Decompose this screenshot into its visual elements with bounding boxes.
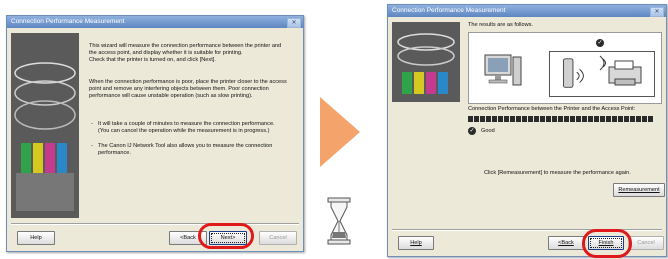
remeasure-hint: Click [Remeasurement] to measure the per… (484, 170, 631, 176)
right-titlebar: Connection Performance Measurement (388, 5, 666, 17)
right-dialog: Connection Performance Measurement ✕ The… (387, 4, 667, 257)
printer-icon (599, 55, 642, 86)
left-advice-paragraph: When the connection performance is poor,… (89, 79, 299, 100)
left-title: Connection Performance Measurement (11, 18, 125, 25)
status-check-icon: ✓ (468, 127, 476, 135)
printer-art-image-right (392, 22, 460, 102)
remeasurement-label: Remeasurement (618, 187, 660, 193)
left-close-button[interactable]: ✕ (287, 18, 301, 28)
left-advice-line-1: When the connection performance is poor,… (89, 79, 287, 85)
bullet-dash-2: - (91, 143, 93, 149)
left-titlebar: Connection Performance Measurement (7, 16, 303, 28)
left-intro-line-2: the access point, and display whether it… (89, 50, 243, 56)
left-bullet2-line-2: performance. (98, 150, 131, 156)
right-cancel-button[interactable]: Cancel (628, 236, 664, 250)
access-point-icon (562, 58, 584, 88)
right-help-button[interactable]: Help (398, 236, 434, 250)
right-back-button[interactable]: <Back (548, 236, 584, 250)
connection-label: Connection Performance between the Print… (468, 106, 636, 112)
right-help-label: Help (410, 240, 422, 246)
hourglass-icon (327, 197, 351, 245)
left-side-artwork (11, 33, 79, 218)
left-advice-line-3: performance will cause unstable operatio… (89, 93, 253, 99)
results-label: The results are as follows. (468, 22, 533, 28)
remeasurement-button[interactable]: Remeasurement (613, 183, 665, 197)
next-highlight-ring (198, 223, 254, 249)
right-title: Connection Performance Measurement (392, 7, 506, 14)
printer-art-image (11, 33, 79, 218)
left-cancel-button[interactable]: Cancel (259, 231, 297, 245)
left-bullet1-line-2: (You can cancel the operation while the … (98, 128, 270, 134)
arrow-right-icon (320, 97, 360, 167)
performance-meter (468, 116, 653, 122)
computer-icon (484, 54, 522, 86)
left-bullet1-line-1: It will take a couple of minutes to meas… (98, 121, 275, 127)
right-close-button[interactable]: ✕ (650, 7, 664, 17)
link-check-icon: ✓ (596, 39, 604, 47)
status-text: Good (481, 128, 495, 134)
left-bullet-1: It will take a couple of minutes to meas… (98, 121, 298, 135)
left-intro-line-1: This wizard will measure the connection … (89, 43, 282, 49)
left-button-separator (11, 223, 299, 225)
left-bullet-2: The Canon IJ Network Tool also allows yo… (98, 143, 298, 157)
right-back-label: <Back (558, 240, 574, 246)
results-diagram: ✓ (468, 32, 662, 104)
right-side-artwork (392, 22, 460, 102)
left-help-button[interactable]: Help (17, 231, 55, 245)
left-advice-line-2: point and remove any interfering objects… (89, 86, 269, 92)
left-intro-line-3: Check that the printer is turned on, and… (89, 57, 216, 63)
left-intro-paragraph: This wizard will measure the connection … (89, 43, 299, 64)
finish-highlight-ring (582, 229, 632, 258)
bullet-dash-1: - (91, 121, 93, 127)
left-dialog: Connection Performance Measurement ✕ Thi… (6, 15, 304, 252)
left-bullet2-line-1: The Canon IJ Network Tool also allows yo… (98, 143, 273, 149)
